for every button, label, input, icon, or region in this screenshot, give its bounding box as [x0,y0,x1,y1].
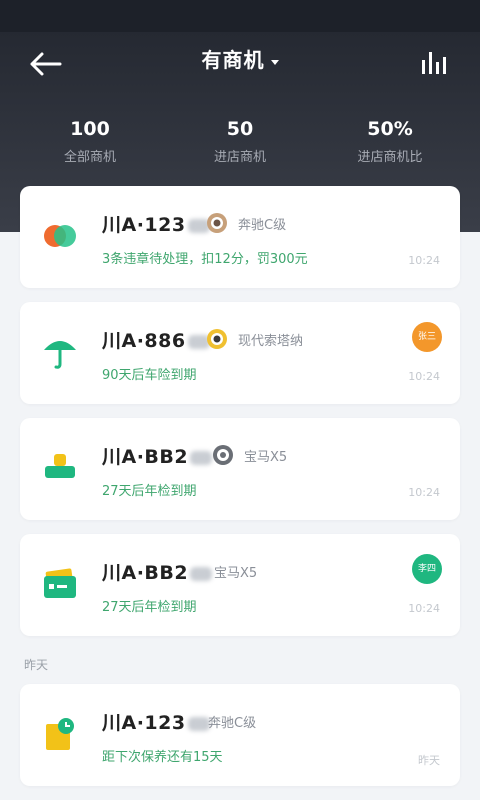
card-description: 27天后年检到期 [102,600,197,615]
plate-mask [190,566,213,581]
car-brand: 现代索塔纳 [238,334,304,349]
card-description: 距下次保养还有15天 [102,750,223,765]
card-time: 10:24 [408,486,440,499]
umbrella-icon [44,341,76,369]
card-description: 90天后车险到期 [102,368,197,383]
car-brand: 奔驰C级 [238,218,287,233]
stat-value: 50% [367,118,413,140]
stat-value: 100 [70,118,110,140]
car-brand: 宝马X5 [214,566,258,581]
plate-number: 川A·123 [102,210,210,237]
opportunity-card[interactable]: 川A·BB2 宝马X5 27天后年检到期 10:24 [20,418,460,520]
car-brand: 宝马X5 [244,450,288,465]
stat-value: 50 [226,118,254,140]
violation-circles-icon [44,225,76,247]
plate-text: 川A·123 [102,712,186,734]
opportunity-card[interactable]: 川A·123 奔驰C级 距下次保养还有15天 昨天 [20,684,460,786]
car-brand: 奔驰C级 [208,716,257,731]
assignee-avatar[interactable]: 李四 [412,554,442,584]
wallet-card-icon [44,568,76,598]
date-section-label: 昨天 [24,658,49,672]
plate-text: 川A·123 [102,214,186,236]
hyundai-logo-icon [207,329,227,349]
plate-text: 川A·BB2 [102,562,189,584]
plate-number: 川A·123 [102,708,210,735]
assignee-avatar[interactable]: 张三 [412,322,442,352]
benz-logo-icon [207,213,227,233]
stat-store-ratio[interactable]: 50% 进店商机比 [310,118,470,165]
card-time: 昨天 [418,754,440,767]
stat-label: 进店商机比 [357,150,423,165]
plate-mask [187,716,210,731]
stat-label: 全部商机 [63,150,116,165]
plate-number: 川A·BB2 [102,558,213,585]
opportunity-card[interactable]: 川A·BB2 宝马X5 27天后年检到期 10:24 李四 [20,534,460,636]
card-time: 10:24 [408,602,440,615]
card-description: 3条违章待处理，扣12分，罚300元 [102,252,308,267]
stamp-icon [45,454,75,478]
card-description: 27天后年检到期 [102,484,197,499]
stat-label: 进店商机 [213,150,266,165]
opportunity-card[interactable]: 川A·886 现代索塔纳 90天后车险到期 10:24 张三 [20,302,460,404]
maintenance-clock-icon [46,718,74,750]
stat-store-opportunities[interactable]: 50 进店商机 [160,118,320,165]
plate-text: 川A·886 [102,330,186,352]
plate-text: 川A·BB2 [102,446,189,468]
opportunity-card[interactable]: 川A·123 奔驰C级 3条违章待处理，扣12分，罚300元 10:24 [20,186,460,288]
page-title: 有商机 [201,48,265,72]
plate-number: 川A·BB2 [102,442,213,469]
bmw-logo-icon [213,445,233,465]
bar-chart-icon[interactable] [420,50,450,76]
card-time: 10:24 [408,254,440,267]
card-time: 10:24 [408,370,440,383]
plate-number: 川A·886 [102,326,210,353]
caret-down-icon [270,60,279,65]
stat-all-opportunities[interactable]: 100 全部商机 [10,118,170,165]
status-bar [0,0,480,32]
title-dropdown[interactable]: 有商机 [0,44,480,73]
plate-mask [190,450,213,465]
